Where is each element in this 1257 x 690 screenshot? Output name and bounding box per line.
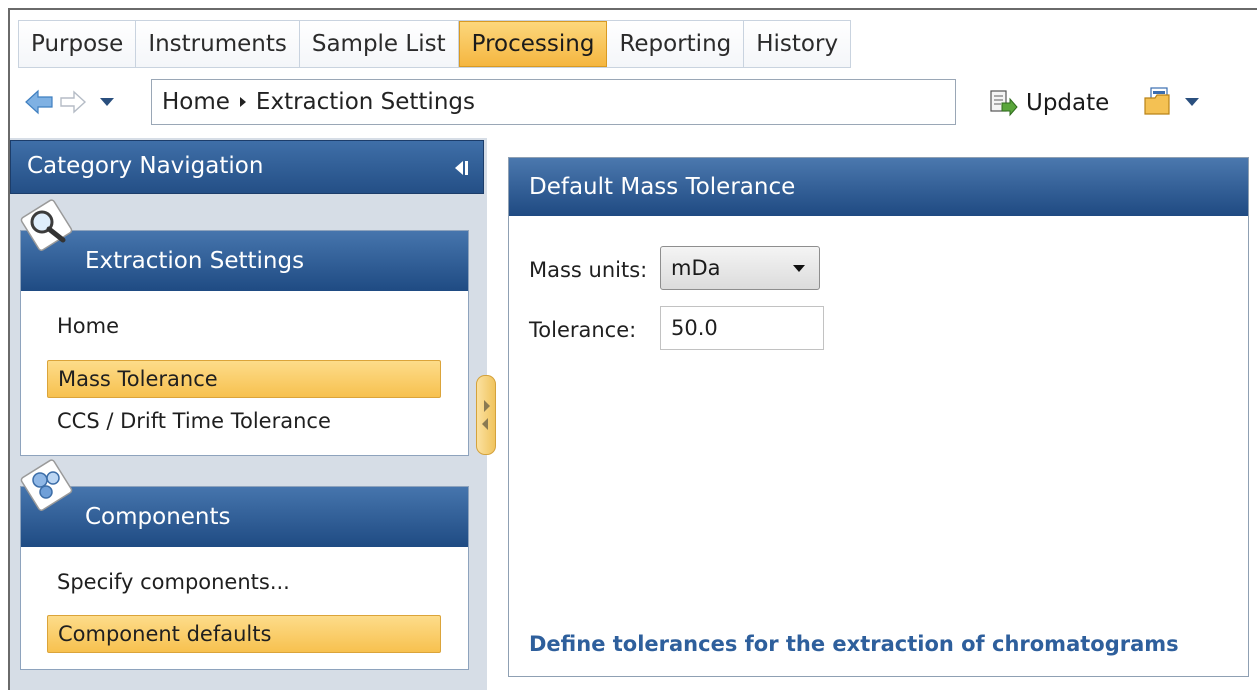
back-arrow-icon: [25, 89, 53, 115]
nav-item-ccs-drift-time-tolerance[interactable]: CCS / Drift Time Tolerance: [47, 402, 441, 440]
tab-history[interactable]: History: [744, 21, 851, 67]
main-tabs: Purpose Instruments Sample List Processi…: [18, 20, 852, 68]
panel-description: Define tolerances for the extraction of …: [529, 632, 1179, 656]
tab-instruments[interactable]: Instruments: [136, 21, 300, 67]
open-folder-button[interactable]: [1143, 84, 1199, 120]
update-document-icon: [990, 90, 1018, 117]
molecule-icon: [20, 459, 73, 511]
chevron-down-icon: [793, 265, 805, 272]
tolerance-label: Tolerance:: [529, 318, 637, 342]
tab-purpose[interactable]: Purpose: [19, 21, 137, 67]
tab-sample-list[interactable]: Sample List: [299, 21, 459, 67]
mass-units-select[interactable]: mDa: [660, 246, 820, 290]
breadcrumb[interactable]: Home Extraction Settings: [151, 79, 956, 125]
magnifier-icon: [20, 199, 73, 251]
nav-item-specify-components[interactable]: Specify components...: [47, 563, 441, 601]
default-mass-tolerance-panel: Default Mass Tolerance Mass units: mDa T…: [508, 157, 1249, 677]
breadcrumb-separator-icon: [239, 97, 246, 107]
panel-header: Default Mass Tolerance: [509, 158, 1248, 216]
nav-item-mass-tolerance[interactable]: Mass Tolerance: [47, 360, 441, 398]
breadcrumb-current[interactable]: Extraction Settings: [256, 89, 475, 115]
update-button[interactable]: Update: [988, 86, 1109, 120]
tolerance-field[interactable]: 50.0: [660, 306, 824, 350]
update-label: Update: [1026, 90, 1110, 116]
panel-title: Default Mass Tolerance: [529, 174, 796, 200]
category-navigation-title: Category Navigation: [27, 153, 264, 179]
mass-units-value: mDa: [671, 256, 721, 280]
collapse-panel-icon[interactable]: [453, 160, 469, 176]
extraction-settings-group: Extraction Settings Home Mass Tolerance …: [20, 230, 469, 456]
extraction-settings-title: Extraction Settings: [85, 248, 305, 274]
tab-processing[interactable]: Processing: [458, 21, 608, 67]
nav-item-component-defaults[interactable]: Component defaults: [47, 615, 441, 653]
extraction-settings-header[interactable]: Extraction Settings: [21, 231, 468, 291]
components-group: Components Specify components... Compone…: [20, 486, 469, 670]
nav-item-home[interactable]: Home: [47, 307, 441, 345]
components-header[interactable]: Components: [21, 487, 468, 547]
forward-arrow-icon: [60, 90, 87, 114]
history-dropdown-button[interactable]: [92, 87, 122, 117]
chevron-down-icon: [100, 98, 114, 106]
expand-arrow-icon: [482, 400, 490, 430]
category-navigation-header: Category Navigation: [10, 140, 484, 194]
back-button[interactable]: [24, 87, 54, 117]
mass-units-label: Mass units:: [529, 258, 648, 282]
breadcrumb-home[interactable]: Home: [162, 89, 230, 115]
folder-icon: [1144, 87, 1170, 115]
tab-reporting[interactable]: Reporting: [607, 21, 745, 67]
panel-splitter[interactable]: [476, 375, 496, 455]
components-title: Components: [85, 504, 231, 530]
chevron-down-icon: [1185, 98, 1199, 106]
nav-controls: [24, 80, 122, 124]
forward-button[interactable]: [58, 87, 88, 117]
